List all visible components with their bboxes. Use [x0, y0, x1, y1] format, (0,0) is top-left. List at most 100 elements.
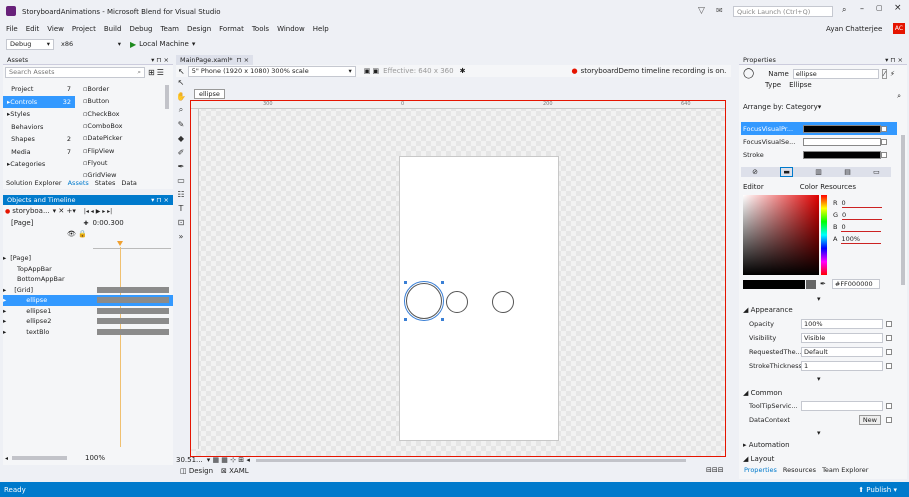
brush-swatch[interactable] — [803, 150, 881, 159]
tab-assets[interactable]: Assets — [65, 179, 92, 187]
paint-bucket-icon[interactable]: ◆ — [176, 133, 186, 143]
property-value[interactable]: Visible — [801, 333, 883, 343]
search-icon[interactable]: ⌕ — [897, 92, 901, 101]
device-select[interactable]: 5" Phone (1920 x 1080) 300% scale ▾ — [187, 65, 356, 77]
brush-property[interactable]: FocusVisualPr... — [741, 122, 897, 135]
menu-help[interactable]: Help — [313, 25, 329, 33]
advanced-options-icon[interactable] — [886, 417, 892, 423]
timeline-time[interactable]: 0:00.300 — [92, 219, 123, 227]
search-icon[interactable]: ⌕ — [842, 5, 846, 15]
tree-item[interactable]: ▸ ellipse1 — [3, 306, 173, 317]
advanced-options-icon[interactable] — [886, 363, 892, 369]
advanced-options-icon[interactable] — [881, 138, 887, 145]
hex-input[interactable]: #FF000000 — [831, 279, 880, 289]
color-channel[interactable]: G0 — [833, 209, 895, 221]
playback-controls[interactable]: |◂ ◂ ▶ ▸ ▸| — [84, 208, 112, 215]
brush-property[interactable]: Stroke — [741, 148, 897, 161]
tab-xaml[interactable]: ⊠ XAML — [221, 467, 249, 475]
chevron-down-icon[interactable]: ▾ — [192, 40, 196, 48]
avatar[interactable]: AC — [893, 23, 905, 34]
tree-item[interactable]: ▸ textBlo — [3, 327, 173, 338]
scrollbar[interactable] — [901, 135, 905, 285]
control-icon[interactable]: ⊡ — [176, 217, 186, 227]
timeline-bar[interactable] — [97, 307, 169, 314]
brush-transform-icon[interactable]: ✐ — [176, 147, 186, 157]
layout-section[interactable]: ◢ Layout — [743, 455, 774, 463]
pointer-icon[interactable]: ↖ — [178, 67, 185, 76]
playhead-icon[interactable] — [117, 241, 123, 246]
color-resources-tab[interactable]: Color Resources — [800, 183, 856, 191]
play-icon[interactable]: ▶ — [130, 40, 136, 49]
breadcrumb[interactable]: ellipse — [194, 89, 225, 99]
menu-format[interactable]: Format — [219, 25, 244, 33]
brush-property[interactable]: FocusVisualSe... — [741, 135, 897, 148]
timeline-bar[interactable] — [97, 328, 169, 335]
asset-item[interactable]: ▫ DatePicker — [83, 132, 163, 144]
tree-item[interactable]: ▸ [Page] — [3, 253, 173, 264]
expand-icon[interactable]: ▸ — [3, 307, 6, 315]
asset-category[interactable]: ▸ Categories — [3, 158, 75, 171]
color-picker[interactable] — [743, 195, 819, 275]
advanced-options-icon[interactable] — [886, 349, 892, 355]
menu-team[interactable]: Team — [160, 25, 179, 33]
tab-states[interactable]: States — [92, 179, 119, 187]
asset-item[interactable]: ▫ ComboBox — [83, 120, 163, 132]
color-channel[interactable]: B0 — [833, 221, 895, 233]
tree-item[interactable]: ▸ ellipse2 — [3, 316, 173, 327]
menu-tools[interactable]: Tools — [252, 25, 269, 33]
tree-item[interactable]: TopAppBar — [3, 264, 173, 275]
more-tools-icon[interactable]: » — [176, 231, 186, 241]
user-name[interactable]: Ayan Chatterjee — [826, 25, 882, 33]
direct-select-icon[interactable]: ↖ — [176, 77, 186, 87]
chevron-down-icon[interactable]: ▾ — [817, 429, 821, 437]
advanced-options-icon[interactable] — [881, 125, 887, 132]
add-keyframe-icon[interactable]: ✚ — [83, 220, 88, 227]
menu-debug[interactable]: Debug — [129, 25, 152, 33]
list-view-icon[interactable]: ☰ — [157, 68, 164, 77]
asset-item[interactable]: ▫ Border — [83, 83, 163, 95]
automation-section[interactable]: ▸ Automation — [743, 441, 790, 449]
tab-data[interactable]: Data — [118, 179, 140, 187]
brush-icon[interactable]: ⁄ — [881, 68, 888, 79]
menu-file[interactable]: File — [6, 25, 18, 33]
property-value[interactable]: Default — [801, 347, 883, 357]
timeline-ruler[interactable] — [93, 241, 171, 249]
expand-icon[interactable]: ▸ — [3, 254, 6, 262]
ellipse2[interactable] — [492, 291, 514, 313]
pen-icon[interactable]: ✒ — [176, 161, 186, 171]
publish-button[interactable]: ⬆ Publish ▾ — [858, 486, 897, 494]
storyboard-actions[interactable]: ▾ ✕ +▾ — [53, 207, 76, 215]
tree-item[interactable]: BottomAppBar — [3, 274, 173, 285]
layout-panel-icon[interactable]: ☷ — [176, 189, 186, 199]
text-icon[interactable]: T — [176, 203, 186, 213]
chevron-down-icon[interactable]: ▾ — [817, 375, 821, 383]
grid-toggle-icon[interactable]: ▾ ▦ ▦ ⊹ ⊞ ◂ — [207, 456, 250, 464]
minimize-button[interactable]: – — [860, 4, 864, 13]
platform-select[interactable]: x86 ▾ — [58, 39, 124, 50]
tree-item[interactable]: ▸ ellipse — [3, 295, 173, 306]
record-icon[interactable]: ● — [5, 208, 10, 215]
asset-category[interactable]: Project 7 — [3, 83, 75, 96]
advanced-options-icon[interactable] — [881, 151, 887, 158]
close-button[interactable]: × — [894, 3, 902, 13]
advanced-options-icon[interactable] — [886, 321, 892, 327]
maximize-button[interactable]: ▢ — [876, 4, 883, 12]
tab-solution-explorer[interactable]: Solution Explorer — [3, 179, 65, 187]
property-value[interactable]: 100% — [801, 319, 883, 329]
storyboard-name[interactable]: storyboa... — [12, 207, 49, 215]
timeline-bar[interactable] — [97, 286, 169, 293]
pan-icon[interactable]: ✋ — [176, 91, 186, 101]
eyedropper-icon[interactable]: ✎ — [176, 119, 186, 129]
color-channel[interactable]: R0 — [833, 197, 895, 209]
menu-edit[interactable]: Edit — [26, 25, 40, 33]
asset-item[interactable]: ▫ Flyout — [83, 157, 163, 169]
zoom-select[interactable]: 30.51... — [176, 456, 203, 464]
config-select[interactable]: Debug ▾ — [6, 38, 54, 50]
view-toggle-icon[interactable]: ▣ ▣ — [364, 67, 379, 75]
advanced-options-icon[interactable] — [886, 403, 892, 409]
asset-item[interactable]: ▫ FlipView — [83, 144, 163, 156]
ellipse1[interactable] — [446, 291, 468, 313]
asset-item[interactable]: ▫ CheckBox — [83, 108, 163, 120]
quick-launch-input[interactable]: Quick Launch (Ctrl+Q) — [733, 6, 833, 17]
tab-mainpage[interactable]: MainPage.xaml* ⊓ × — [176, 55, 254, 65]
